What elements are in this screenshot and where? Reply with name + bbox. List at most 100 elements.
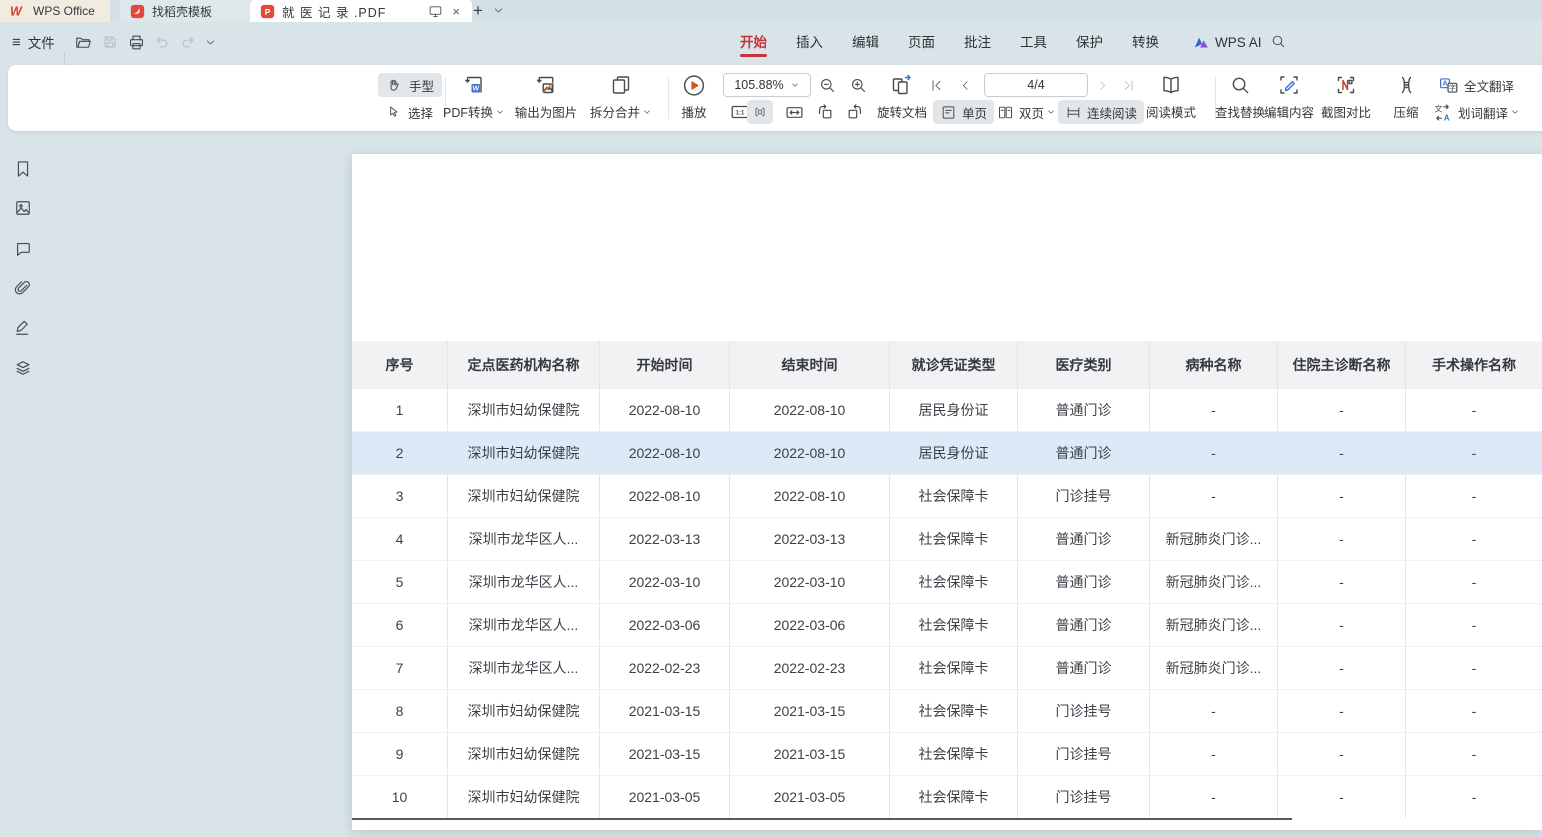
menu-item-开始[interactable]: 开始 <box>740 22 767 60</box>
screenshot-compare-button[interactable]: 截图对比 <box>1321 72 1371 121</box>
rotate-left-button[interactable] <box>808 100 842 124</box>
table-row: 9深圳市妇幼保健院2021-03-152021-03-15社会保障卡门诊挂号--… <box>352 732 1542 775</box>
table-cell: - <box>1406 432 1542 474</box>
split-merge-button[interactable]: 拆分合并 <box>590 72 652 121</box>
continuous-reading-button[interactable]: 连续阅读 <box>1058 100 1144 124</box>
rotate-left-icon <box>815 102 835 122</box>
word-translate-button[interactable]: 文A 划词翻译 <box>1432 100 1520 124</box>
hand-tool-button[interactable]: 手型 <box>378 73 442 97</box>
page-number-input[interactable]: 4/4 <box>984 73 1088 97</box>
table-cell: 居民身份证 <box>890 389 1018 431</box>
chevron-down-icon <box>790 80 800 90</box>
wps-ai-button[interactable]: WPS AI <box>1193 31 1262 53</box>
tab-document-active[interactable]: P 就 医 记 录 .PDF × <box>250 0 472 22</box>
tab-wps-office[interactable]: W WPS Office <box>0 0 110 22</box>
sidebar-signature-button[interactable] <box>11 316 35 340</box>
menu-item-批注[interactable]: 批注 <box>964 22 991 60</box>
compress-button[interactable]: 压缩 <box>1393 72 1418 121</box>
table-cell: - <box>1406 776 1542 818</box>
menu-item-插入[interactable]: 插入 <box>796 22 823 60</box>
export-image-button[interactable]: 输出为图片 <box>515 72 578 121</box>
document-page[interactable]: 序号定点医药机构名称开始时间结束时间就诊凭证类型医疗类别病种名称住院主诊断名称手… <box>352 154 1542 830</box>
sidebar-thumbnails-button[interactable] <box>11 196 35 220</box>
edit-pencil-icon <box>1277 73 1301 97</box>
save-icon <box>101 33 119 51</box>
docer-icon <box>130 4 145 19</box>
menu-item-页面[interactable]: 页面 <box>908 22 935 60</box>
sidebar-layers-button[interactable] <box>11 356 35 380</box>
fit-width-button[interactable] <box>747 100 773 124</box>
rotate-right-button[interactable] <box>838 100 872 124</box>
zoom-level-select[interactable]: 105.88% <box>723 73 811 97</box>
edit-content-button[interactable]: 编辑内容 <box>1264 72 1314 121</box>
double-page-icon <box>997 104 1014 121</box>
column-header: 就诊凭证类型 <box>890 341 1018 388</box>
file-menu-button[interactable]: ≡ 文件 <box>12 31 55 53</box>
open-file-button[interactable] <box>72 33 94 51</box>
image-icon <box>13 198 33 218</box>
sidebar-bookmarks-button[interactable] <box>11 157 35 181</box>
paperclip-icon <box>13 279 33 299</box>
monitor-icon[interactable] <box>428 4 443 19</box>
tab-label: 找稻壳模板 <box>152 3 212 20</box>
double-page-button[interactable]: 双页 <box>990 100 1063 124</box>
save-button[interactable] <box>99 33 121 51</box>
table-cell: 深圳市妇幼保健院 <box>448 733 600 775</box>
screenshot-compare-icon <box>1334 73 1358 97</box>
table-cell: - <box>1278 604 1406 646</box>
fit-page-button[interactable] <box>777 100 812 124</box>
zoom-out-button[interactable] <box>814 73 840 97</box>
menu-item-保护[interactable]: 保护 <box>1076 22 1103 60</box>
menu-item-编辑[interactable]: 编辑 <box>852 22 879 60</box>
table-cell: 普通门诊 <box>1018 647 1150 689</box>
rotate-document-button[interactable]: 旋转文档 <box>877 72 927 121</box>
pdf-convert-label: PDF转换 <box>443 102 493 121</box>
continuous-reading-label: 连续阅读 <box>1087 103 1137 122</box>
redo-button[interactable] <box>177 33 199 51</box>
select-tool-button[interactable]: 选择 <box>378 100 441 124</box>
single-page-button[interactable]: 单页 <box>933 100 994 124</box>
undo-button[interactable] <box>151 33 173 51</box>
play-button[interactable]: 播放 <box>681 72 706 121</box>
table-cell: 门诊挂号 <box>1018 475 1150 517</box>
zoom-in-icon <box>849 76 868 95</box>
find-replace-button[interactable]: 查找替换 <box>1215 72 1265 121</box>
table-row: 6深圳市龙华区人...2022-03-062022-03-06社会保障卡普通门诊… <box>352 603 1542 646</box>
split-merge-icon <box>609 73 633 97</box>
chevron-down-icon <box>204 36 217 49</box>
print-button[interactable] <box>125 33 147 51</box>
previous-page-button[interactable] <box>952 73 978 97</box>
svg-text:P: P <box>265 6 271 16</box>
table-cell: 2022-03-10 <box>600 561 730 603</box>
table-cell: - <box>1150 475 1278 517</box>
table-row: 4深圳市龙华区人...2022-03-132022-03-13社会保障卡普通门诊… <box>352 517 1542 560</box>
first-page-button[interactable] <box>923 73 949 97</box>
last-page-button[interactable] <box>1115 73 1141 97</box>
read-mode-button[interactable]: 阅读模式 <box>1146 72 1196 121</box>
table-cell: 社会保障卡 <box>890 647 1018 689</box>
full-translate-button[interactable]: A字 全文翻译 <box>1438 73 1514 97</box>
divider <box>668 77 669 119</box>
zoom-in-button[interactable] <box>845 73 871 97</box>
tab-docer-templates[interactable]: 找稻壳模板 <box>120 0 250 22</box>
menu-item-转换[interactable]: 转换 <box>1132 22 1159 60</box>
chevron-down-icon <box>1510 107 1520 117</box>
pdf-convert-button[interactable]: W PDF转换 <box>443 72 505 121</box>
table-cell: 2021-03-05 <box>730 776 890 818</box>
table-cell: 2022-08-10 <box>600 475 730 517</box>
next-page-button[interactable] <box>1089 73 1115 97</box>
export-image-icon <box>534 73 558 97</box>
search-icon <box>1228 74 1251 97</box>
table-cell: - <box>1406 475 1542 517</box>
menu-bar: ≡ 文件 开始插入编辑页面批注工具保护转换 WPS AI <box>0 22 1542 62</box>
svg-text:A: A <box>1444 113 1450 122</box>
close-tab-icon[interactable]: × <box>450 4 462 19</box>
tab-list-chevron-icon[interactable] <box>492 4 505 17</box>
sidebar-comments-button[interactable] <box>11 237 35 261</box>
new-tab-button[interactable]: + <box>466 0 490 22</box>
menu-item-工具[interactable]: 工具 <box>1020 22 1047 60</box>
table-cell: - <box>1150 389 1278 431</box>
more-quick-commands-button[interactable] <box>199 33 221 51</box>
sidebar-attachments-button[interactable] <box>11 277 35 301</box>
menu-search-icon[interactable] <box>1270 33 1287 50</box>
